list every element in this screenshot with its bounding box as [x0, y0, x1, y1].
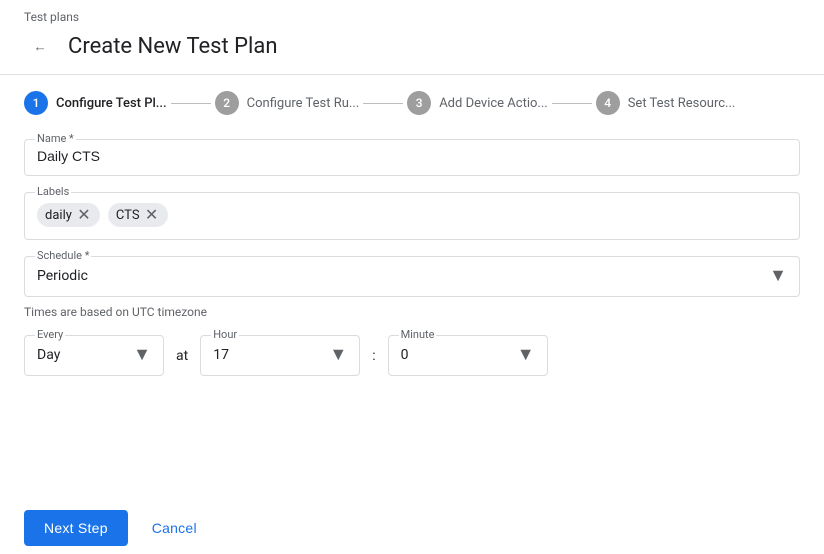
- hour-value: 17: [213, 347, 229, 363]
- step-2-circle: 2: [215, 91, 239, 115]
- step-1-label: Configure Test Pl...: [56, 96, 167, 111]
- labels-label: Labels: [35, 185, 71, 198]
- at-label: at: [176, 348, 188, 364]
- page-header: ← Create New Test Plan: [24, 30, 800, 62]
- minute-select-inner: 0 ▼: [401, 344, 535, 365]
- chip-cts-text: CTS: [116, 208, 140, 223]
- top-bar: Test plans ← Create New Test Plan: [0, 0, 824, 75]
- schedule-select-row: Periodic ▼: [37, 265, 787, 286]
- chip-daily: daily ✕: [37, 203, 100, 227]
- minute-label: Minute: [399, 328, 437, 341]
- step-4: 4 Set Test Resourc...: [596, 91, 736, 115]
- stepper: 1 Configure Test Pl... 2 Configure Test …: [0, 75, 824, 131]
- back-button[interactable]: ←: [24, 30, 56, 62]
- step-1-circle: 1: [24, 91, 48, 115]
- step-2-label: Configure Test Ru...: [247, 96, 360, 111]
- minute-chevron-down-icon: ▼: [517, 344, 535, 365]
- schedule-value: Periodic: [37, 268, 88, 284]
- every-value: Day: [37, 347, 60, 363]
- step-2: 2 Configure Test Ru...: [215, 91, 360, 115]
- name-field-wrapper: Name: [24, 139, 800, 176]
- hour-chevron-down-icon: ▼: [329, 344, 347, 365]
- step-connector-2: [363, 103, 403, 104]
- page-container: Test plans ← Create New Test Plan 1 Conf…: [0, 0, 824, 554]
- labels-container: daily ✕ CTS ✕: [37, 201, 787, 229]
- form-area: Name Labels daily ✕ CTS ✕ Schedule Perio…: [0, 131, 824, 502]
- breadcrumb: Test plans: [24, 10, 800, 24]
- chip-daily-remove[interactable]: ✕: [76, 207, 92, 223]
- schedule-label: Schedule: [35, 249, 91, 262]
- step-connector-1: [171, 103, 211, 104]
- every-select-inner: Day ▼: [37, 344, 151, 365]
- name-input[interactable]: [37, 148, 787, 164]
- periodic-row: Every Day ▼ at Hour 17 ▼ : Minute: [24, 335, 800, 376]
- name-label: Name: [35, 132, 76, 145]
- every-label: Every: [35, 328, 65, 341]
- every-chevron-down-icon: ▼: [133, 344, 151, 365]
- every-select-wrapper[interactable]: Every Day ▼: [24, 335, 164, 376]
- step-4-circle: 4: [596, 91, 620, 115]
- step-1: 1 Configure Test Pl...: [24, 91, 167, 115]
- step-4-label: Set Test Resourc...: [628, 96, 736, 111]
- chip-cts: CTS ✕: [108, 203, 168, 227]
- schedule-chevron-down-icon: ▼: [769, 265, 787, 286]
- schedule-field-wrapper[interactable]: Schedule Periodic ▼: [24, 256, 800, 297]
- chip-cts-remove[interactable]: ✕: [144, 207, 160, 223]
- cancel-button[interactable]: Cancel: [144, 510, 205, 546]
- minute-select-wrapper[interactable]: Minute 0 ▼: [388, 335, 548, 376]
- next-step-button[interactable]: Next Step: [24, 510, 128, 546]
- timezone-note: Times are based on UTC timezone: [24, 305, 800, 319]
- actions-row: Next Step Cancel: [0, 502, 824, 554]
- hour-select-wrapper[interactable]: Hour 17 ▼: [200, 335, 360, 376]
- minute-value: 0: [401, 347, 409, 363]
- step-3: 3 Add Device Actio...: [407, 91, 548, 115]
- step-3-label: Add Device Actio...: [439, 96, 548, 111]
- hour-select-inner: 17 ▼: [213, 344, 347, 365]
- chip-daily-text: daily: [45, 208, 72, 223]
- hour-label: Hour: [211, 328, 239, 341]
- labels-field-wrapper: Labels daily ✕ CTS ✕: [24, 192, 800, 240]
- back-arrow-icon: ←: [33, 39, 46, 54]
- page-title: Create New Test Plan: [68, 34, 278, 59]
- step-3-circle: 3: [407, 91, 431, 115]
- colon-separator: :: [372, 348, 375, 364]
- step-connector-3: [552, 103, 592, 104]
